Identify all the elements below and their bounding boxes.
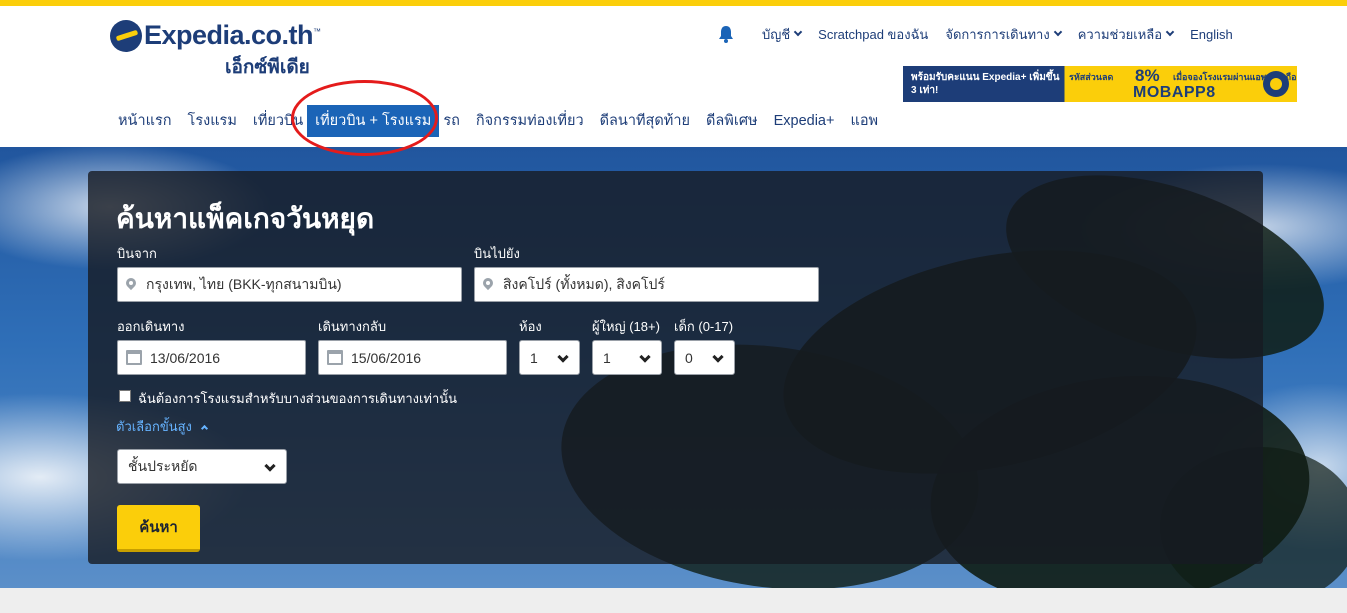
main-nav: หน้าแรก โรงแรม เที่ยวบิน เที่ยวบิน + โรง… (110, 105, 886, 137)
chevron-down-icon (793, 27, 803, 37)
account-menu[interactable]: บัญชี (762, 24, 803, 45)
partial-hotel-label[interactable]: ฉันต้องการโรงแรมสำหรับบางส่วนของการเดินท… (138, 388, 457, 409)
utility-nav: บัญชี Scratchpad ของฉัน จัดการการเดินทาง… (716, 24, 1250, 44)
chevron-down-icon (1053, 27, 1062, 37)
origin-input[interactable]: กรุงเทพ, ไทย (BKK-ทุกสนามบิน) (117, 267, 462, 302)
children-select[interactable]: 0 (674, 340, 735, 375)
promo-arrow-icon[interactable] (1263, 71, 1289, 97)
chevron-down-icon (1165, 27, 1175, 37)
chevron-down-icon (557, 351, 569, 363)
destination-input[interactable]: สิงคโปร์ (ทั้งหมด), สิงคโปร์ (474, 267, 819, 302)
advanced-options-link[interactable]: ตัวเลือกขั้นสูง (116, 416, 208, 437)
chevron-down-icon (712, 351, 724, 363)
promo-code: MOBAPP8 (1133, 84, 1216, 101)
return-date-input[interactable]: 15/06/2016 (318, 340, 507, 375)
nav-activities[interactable]: กิจกรรมท่องเที่ยว (468, 105, 592, 137)
depart-date-input[interactable]: 13/06/2016 (117, 340, 306, 375)
adults-select[interactable]: 1 (592, 340, 662, 375)
globe-plane-icon (110, 20, 142, 52)
nav-flight-hotel[interactable]: เที่ยวบิน + โรงแรม (307, 105, 440, 137)
help-menu[interactable]: ความช่วยเหลือ (1078, 24, 1175, 45)
package-search-form: ค้นหาแพ็คเกจวันหยุด บินจาก กรุงเทพ, ไทย … (88, 171, 1263, 564)
form-title: ค้นหาแพ็คเกจวันหยุด (116, 203, 375, 234)
search-button[interactable]: ค้นหา (117, 505, 200, 552)
promo-code-label: รหัสส่วนลด (1069, 72, 1114, 82)
nav-home[interactable]: หน้าแรก (110, 105, 180, 137)
site-header: Expedia.co.th™ เอ็กซ์พีเดีย บัญชี Scratc… (0, 6, 1347, 147)
cabin-class-select[interactable]: ชั้นประหยัด (117, 449, 287, 484)
promo-percent: 8% (1135, 66, 1160, 85)
children-label: เด็ก (0-17) (674, 319, 734, 334)
language-link[interactable]: English (1190, 27, 1233, 42)
nav-cars[interactable]: รถ (439, 105, 468, 137)
scratchpad-link[interactable]: Scratchpad ของฉัน (818, 24, 928, 45)
partial-hotel-checkbox[interactable] (119, 390, 131, 402)
promo-left-text: พร้อมรับคะแนน Expedia+ เพิ่มขึ้น 3 เท่า! (911, 72, 1060, 96)
page-footer-strip (0, 588, 1347, 613)
nav-app[interactable]: แอพ (842, 105, 886, 137)
to-label: บินไปยัง (474, 246, 520, 261)
nav-hotels[interactable]: โรงแรม (180, 105, 245, 137)
chevron-up-icon (200, 424, 208, 432)
nav-deals[interactable]: ดีลพิเศษ (698, 105, 766, 137)
adults-label: ผู้ใหญ่ (18+) (592, 319, 660, 334)
rooms-label: ห้อง (519, 319, 542, 334)
expedia-logo[interactable]: Expedia.co.th™ เอ็กซ์พีเดีย (110, 18, 321, 78)
manage-trips-menu[interactable]: จัดการการเดินทาง (945, 24, 1062, 45)
nav-flights[interactable]: เที่ยวบิน (245, 105, 307, 137)
logo-subtitle: เอ็กซ์พีเดีย (225, 57, 310, 78)
from-label: บินจาก (117, 246, 157, 261)
calendar-icon (327, 350, 343, 365)
promo-banner[interactable]: พร้อมรับคะแนน Expedia+ เพิ่มขึ้น 3 เท่า!… (903, 66, 1297, 102)
nav-last-minute[interactable]: ดีลนาทีสุดท้าย (592, 105, 698, 137)
location-pin-icon (126, 278, 136, 292)
return-label: เดินทางกลับ (318, 319, 387, 334)
nav-expedia-plus[interactable]: Expedia+ (766, 105, 843, 137)
depart-label: ออกเดินทาง (117, 319, 185, 334)
bell-icon[interactable] (716, 24, 736, 44)
chevron-down-icon (639, 351, 651, 363)
chevron-down-icon (264, 460, 276, 472)
page: Expedia.co.th™ เอ็กซ์พีเดีย บัญชี Scratc… (0, 0, 1347, 613)
calendar-icon (126, 350, 142, 365)
logo-text: Expedia.co.th (144, 20, 314, 50)
rooms-select[interactable]: 1 (519, 340, 580, 375)
location-pin-icon (483, 278, 493, 292)
